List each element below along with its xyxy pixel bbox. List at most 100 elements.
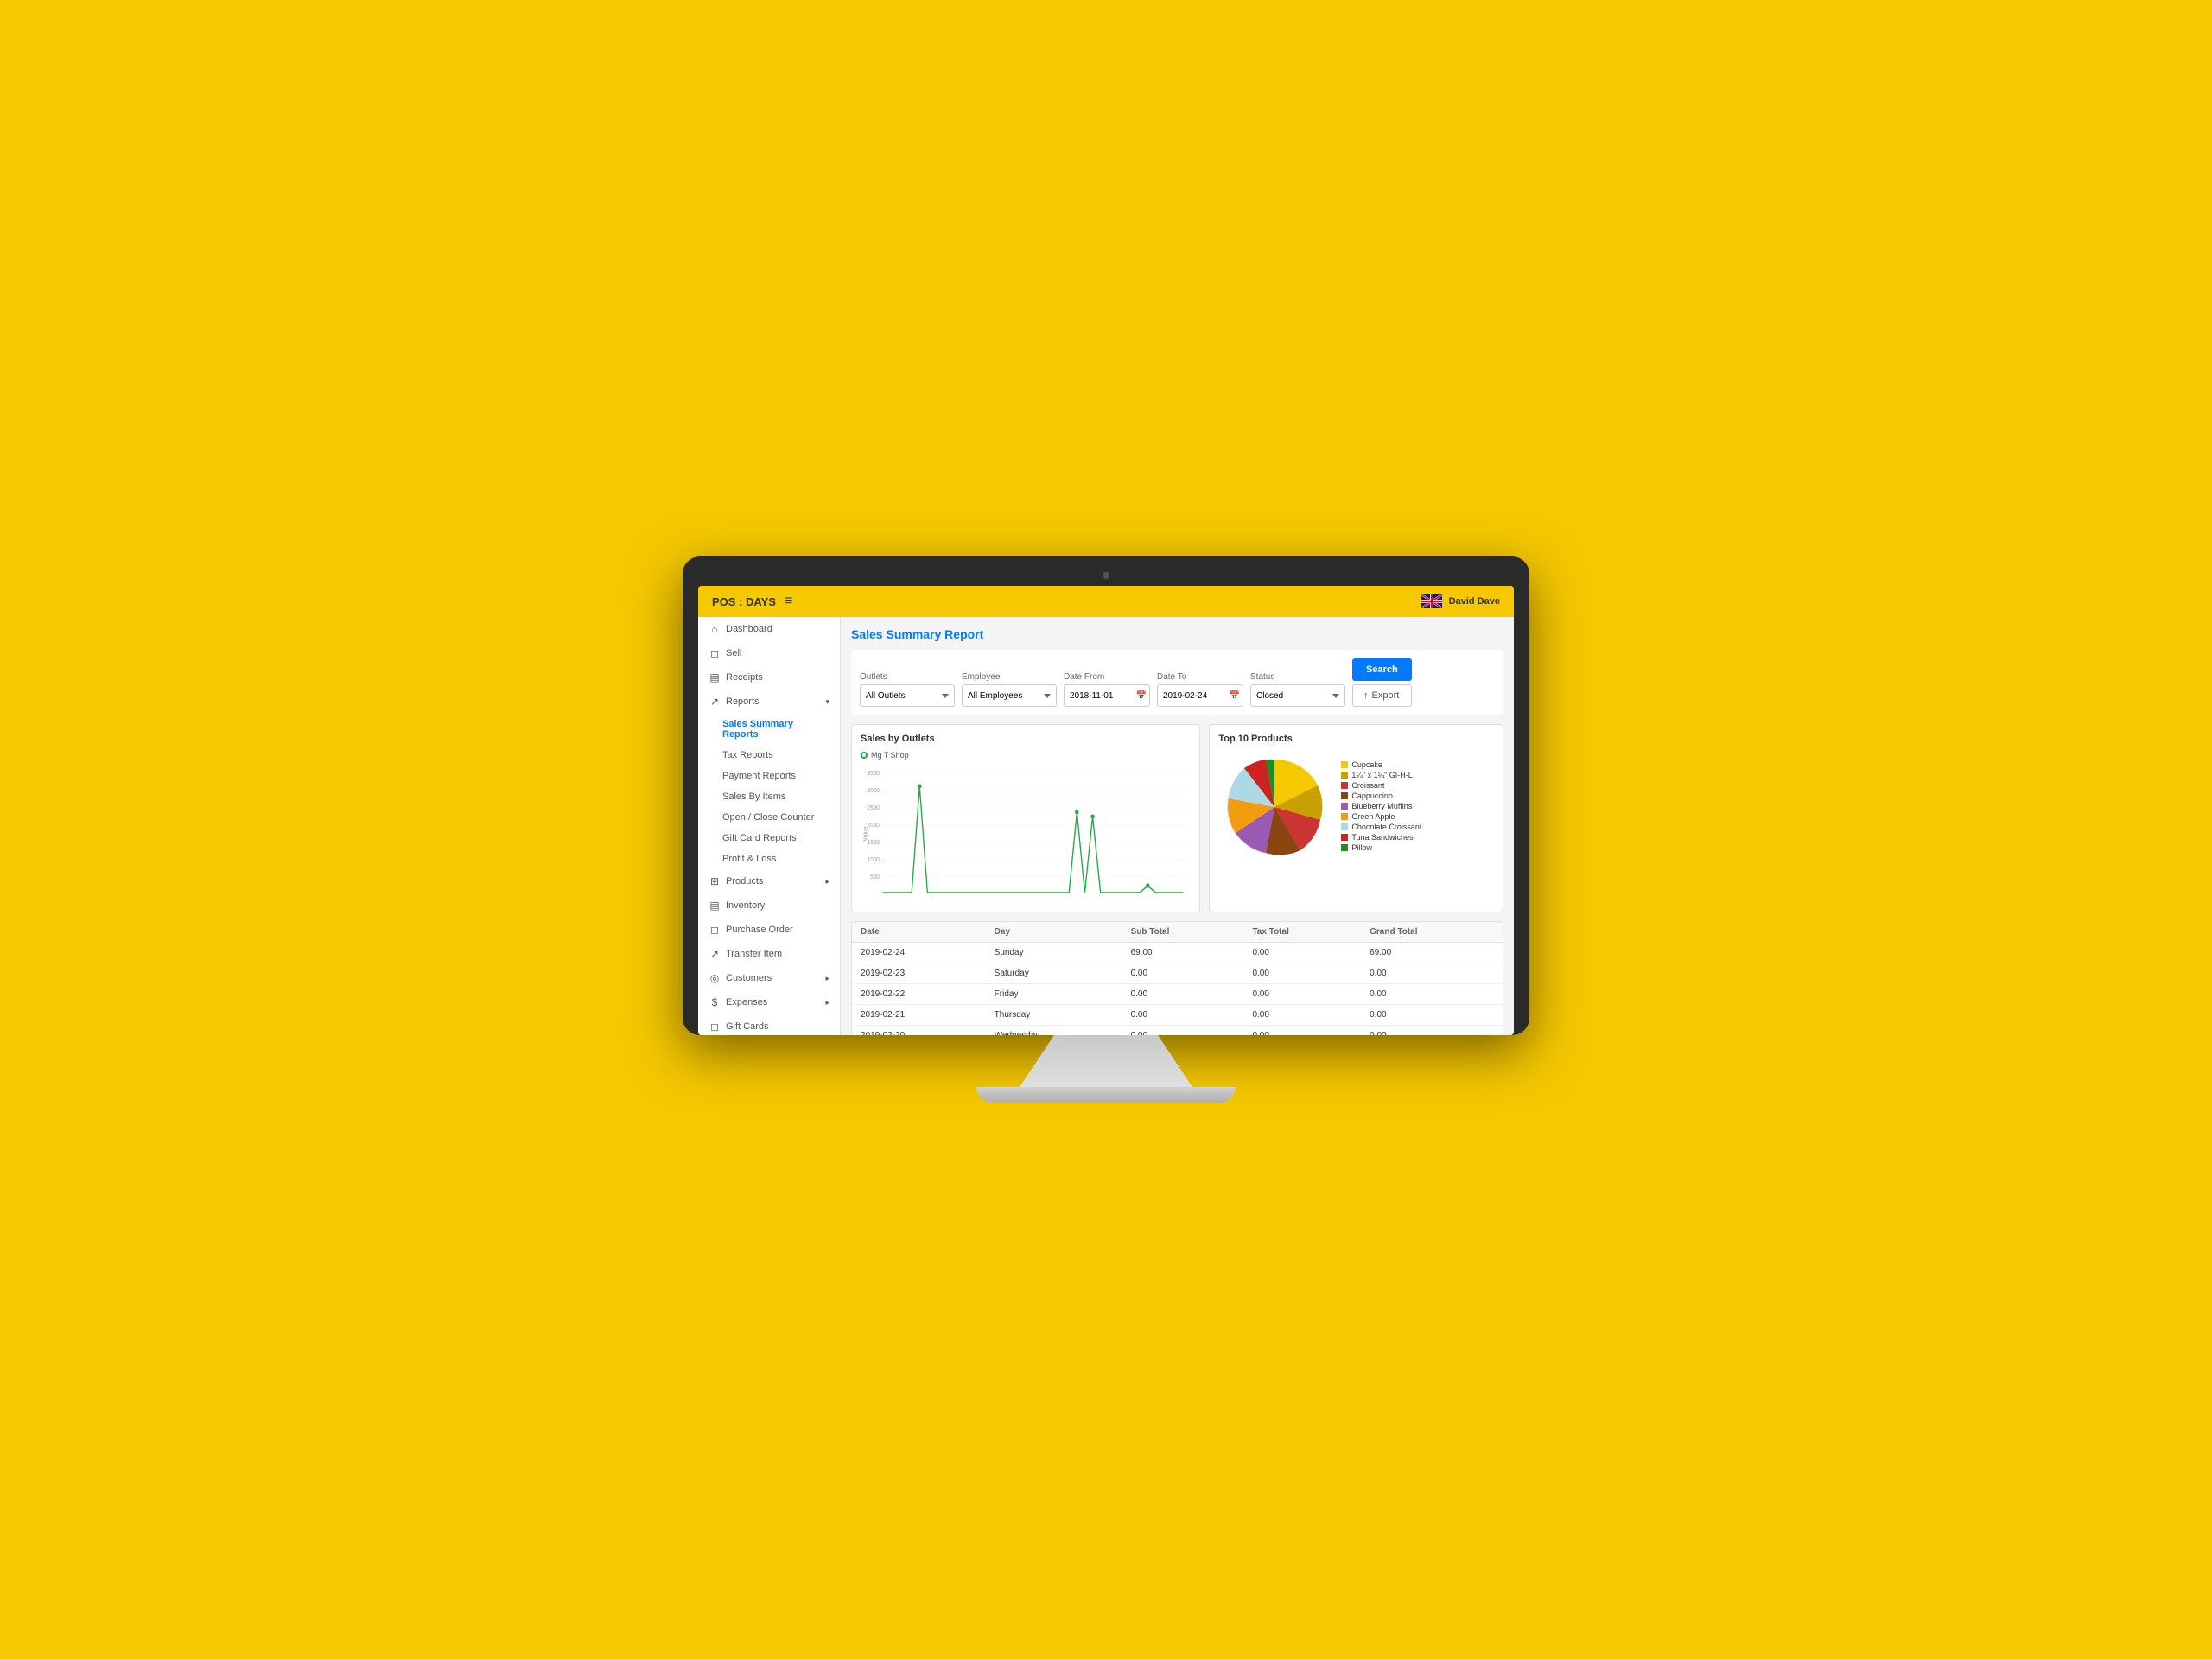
export-button[interactable]: ↑ Export: [1352, 684, 1412, 707]
table-row: 2019-02-20 Wednesday 0.00 0.00 0.00: [852, 1026, 1503, 1036]
legend-item-green-apple: Green Apple: [1341, 812, 1421, 821]
products-icon: ⊞: [709, 875, 721, 887]
receipts-icon: ▤: [709, 671, 721, 683]
sidebar-item-sell[interactable]: ◻ Sell: [698, 641, 840, 665]
sidebar-item-label: Sell: [726, 648, 741, 658]
filter-buttons-group: Search ↑ Export: [1352, 658, 1412, 707]
customers-icon: ◎: [709, 972, 721, 984]
top-nav-right: David Dave: [1421, 594, 1500, 608]
cell-grandtotal: 0.00: [1361, 1005, 1503, 1026]
line-chart: 3500 3000 2500 2000 1500 1000 500: [861, 765, 1191, 903]
color-swatch: [1341, 792, 1348, 799]
color-swatch: [1341, 834, 1348, 841]
charts-row: Sales by Outlets Mg T Shop 3500: [851, 724, 1503, 912]
legend-item-tuna: Tuna Sandwiches: [1341, 833, 1421, 842]
table-row: 2019-02-22 Friday 0.00 0.00 0.00: [852, 984, 1503, 1005]
col-taxtotal: Tax Total: [1243, 922, 1361, 943]
sales-by-outlets-title: Sales by Outlets: [861, 734, 1191, 744]
legend-item-cupcake: Cupcake: [1341, 760, 1421, 769]
col-date: Date: [852, 922, 986, 943]
color-swatch: [1341, 772, 1348, 779]
svg-text:500: 500: [870, 874, 880, 880]
employee-select[interactable]: All Employees: [962, 684, 1057, 707]
sidebar-sub-item-sales-by-items[interactable]: Sales By Items: [698, 786, 840, 807]
home-icon: ⌂: [709, 623, 721, 635]
date-from-filter-group: Date From 📅: [1064, 672, 1150, 707]
chevron-down-icon: ▾: [825, 697, 830, 707]
sidebar-item-expenses[interactable]: $ Expenses ▸: [698, 990, 840, 1014]
sidebar-sub-item-open-close[interactable]: Open / Close Counter: [698, 807, 840, 828]
user-name: David Dave: [1449, 596, 1500, 607]
gift-cards-icon: ◻: [709, 1020, 721, 1033]
search-button[interactable]: Search: [1352, 658, 1412, 681]
table-row: 2019-02-24 Sunday 69.00 0.00 69.00: [852, 943, 1503, 963]
sidebar-item-transfer-item[interactable]: ↗ Transfer Item: [698, 942, 840, 966]
sidebar-item-label: Purchase Order: [726, 925, 793, 935]
sidebar-item-gift-cards[interactable]: ◻ Gift Cards: [698, 1014, 840, 1035]
expenses-icon: $: [709, 996, 721, 1008]
svg-text:Value: Value: [863, 826, 869, 842]
svg-text:3500: 3500: [868, 771, 880, 777]
app-container: POS : DAYS ≡ David Dave: [698, 586, 1514, 1035]
outlets-select[interactable]: All Outlets: [860, 684, 955, 707]
employee-label: Employee: [962, 672, 1057, 682]
cell-day: Wednesday: [986, 1026, 1122, 1036]
legend-item-gihl: 1¼" x 1¼" GI-H-L: [1341, 771, 1421, 779]
status-select[interactable]: Closed Open: [1250, 684, 1345, 707]
date-from-wrapper: 📅: [1064, 684, 1150, 707]
sidebar-item-label: Gift Cards: [726, 1021, 769, 1032]
table-row: 2019-02-23 Saturday 0.00 0.00 0.00: [852, 963, 1503, 984]
sidebar-item-customers[interactable]: ◎ Customers ▸: [698, 966, 840, 990]
sidebar-item-label: Products: [726, 876, 763, 887]
cell-subtotal: 0.00: [1122, 984, 1244, 1005]
cell-date: 2019-02-24: [852, 943, 986, 963]
sidebar-item-reports[interactable]: ↗ Reports ▾: [698, 690, 840, 714]
cell-taxtotal: 0.00: [1243, 984, 1361, 1005]
top-products-card: Top 10 Products: [1209, 724, 1503, 912]
color-swatch: [1341, 803, 1348, 810]
app-logo: POS : DAYS: [712, 595, 776, 608]
cell-date: 2019-02-23: [852, 963, 986, 984]
sidebar-item-label: Inventory: [726, 900, 765, 911]
export-icon: ↑: [1363, 690, 1369, 701]
chevron-right-icon2: ▸: [825, 974, 830, 983]
sidebar-sub-item-profit-loss[interactable]: Profit & Loss: [698, 849, 840, 869]
sidebar-item-label: Receipts: [726, 672, 763, 683]
svg-text:2000: 2000: [868, 823, 880, 829]
col-day: Day: [986, 922, 1122, 943]
sell-icon: ◻: [709, 647, 721, 659]
svg-text:1500: 1500: [868, 840, 880, 846]
sidebar-sub-item-gift-card-reports[interactable]: Gift Card Reports: [698, 828, 840, 849]
employee-filter-group: Employee All Employees: [962, 672, 1057, 707]
calendar-icon: 📅: [1136, 691, 1147, 701]
sidebar-item-products[interactable]: ⊞ Products ▸: [698, 869, 840, 893]
inventory-icon: ▤: [709, 899, 721, 912]
date-to-filter-group: Date To 📅: [1157, 672, 1243, 707]
sidebar-item-dashboard[interactable]: ⌂ Dashboard: [698, 617, 840, 641]
cell-taxtotal: 0.00: [1243, 1026, 1361, 1036]
date-to-label: Date To: [1157, 672, 1243, 682]
sidebar-item-purchase-order[interactable]: ◻ Purchase Order: [698, 918, 840, 942]
filter-bar: Outlets All Outlets Employee All Employe…: [851, 650, 1503, 715]
sidebar-sub-item-sales-summary[interactable]: Sales Summary Reports: [698, 714, 840, 745]
sidebar-sub-item-payment-reports[interactable]: Payment Reports: [698, 766, 840, 786]
sales-table: Date Day Sub Total Tax Total Grand Total…: [852, 922, 1503, 1035]
legend-dot: [861, 752, 868, 759]
cell-subtotal: 69.00: [1122, 943, 1244, 963]
cell-subtotal: 0.00: [1122, 1005, 1244, 1026]
camera-dot: [1103, 572, 1109, 579]
svg-text:1000: 1000: [868, 857, 880, 863]
outlets-label: Outlets: [860, 672, 955, 682]
sidebar-sub-item-tax-reports[interactable]: Tax Reports: [698, 745, 840, 766]
monitor-wrapper: POS : DAYS ≡ David Dave: [683, 556, 1529, 1103]
legend-item-croissant: Croissant: [1341, 781, 1421, 790]
cell-subtotal: 0.00: [1122, 1026, 1244, 1036]
color-swatch: [1341, 844, 1348, 851]
sidebar-item-label: Customers: [726, 973, 772, 983]
sidebar-item-receipts[interactable]: ▤ Receipts: [698, 665, 840, 690]
sidebar-item-inventory[interactable]: ▤ Inventory: [698, 893, 840, 918]
data-table-card: Date Day Sub Total Tax Total Grand Total…: [851, 921, 1503, 1035]
cell-grandtotal: 0.00: [1361, 963, 1503, 984]
hamburger-icon[interactable]: ≡: [785, 594, 792, 609]
cell-taxtotal: 0.00: [1243, 943, 1361, 963]
